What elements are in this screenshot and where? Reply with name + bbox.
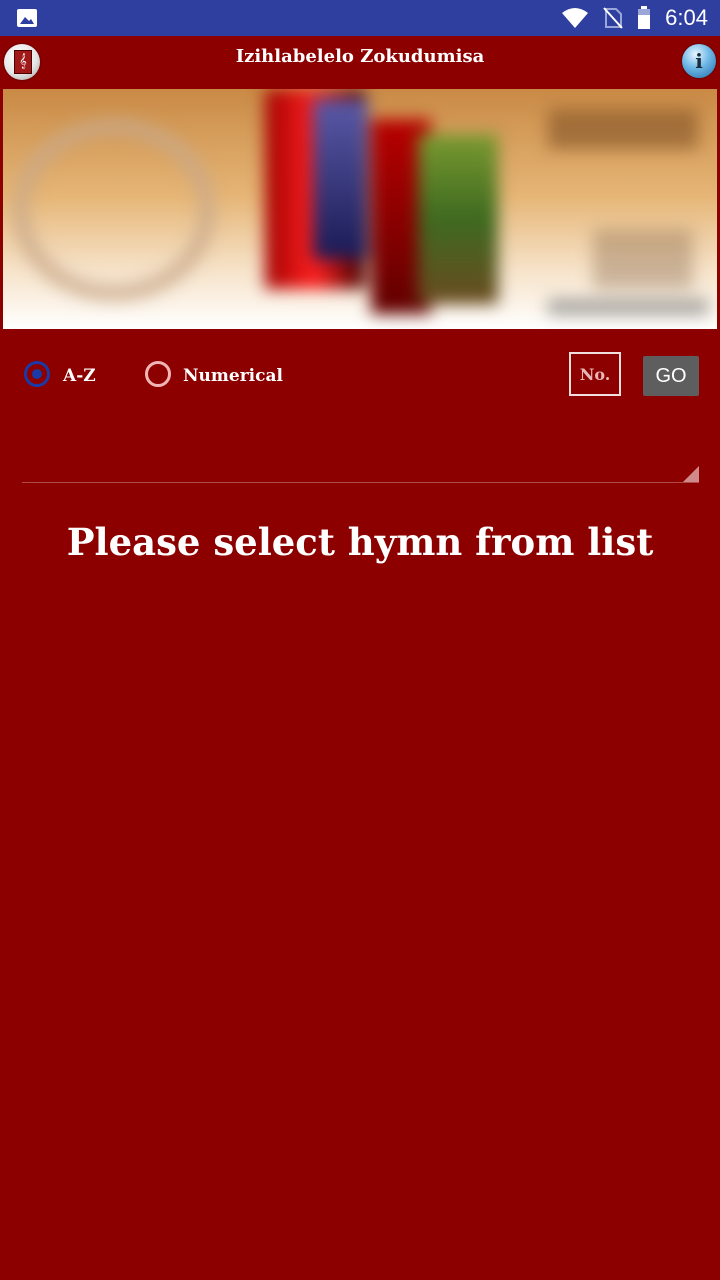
hymn-list-dropdown[interactable] [22, 430, 699, 483]
app-title: Izihlabelelo Zokudumisa [235, 46, 485, 67]
options-row: A-Z Numerical GO [0, 350, 720, 406]
dropdown-arrow-icon [683, 466, 699, 482]
radio-az[interactable] [24, 361, 50, 387]
radio-numerical-label[interactable]: Numerical [183, 366, 283, 386]
no-sim-icon [603, 7, 623, 29]
select-hymn-message: Please select hymn from list [66, 520, 654, 564]
clock: 6:04 [665, 5, 708, 30]
hymn-number-input[interactable] [569, 352, 621, 396]
battery-icon [638, 6, 651, 29]
app-header: 𝄞 Izihlabelelo Zokudumisa i [0, 36, 720, 88]
gallery-icon [17, 9, 37, 27]
banner-image [3, 89, 717, 329]
info-icon[interactable]: i [682, 44, 716, 78]
radio-numerical[interactable] [145, 361, 171, 387]
go-button[interactable]: GO [643, 356, 699, 396]
radio-az-label[interactable]: A-Z [63, 366, 96, 386]
wifi-icon [562, 8, 589, 28]
status-bar: 6:04 [0, 0, 720, 36]
